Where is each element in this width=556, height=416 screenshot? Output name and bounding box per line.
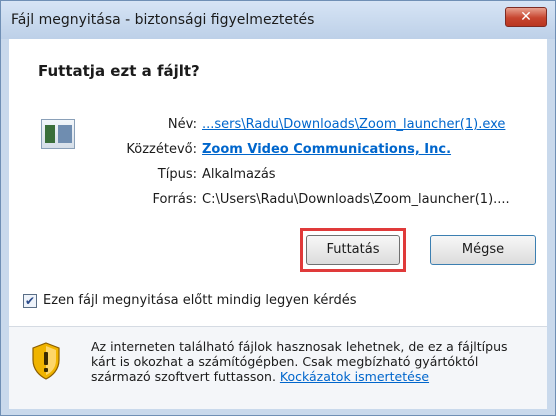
publisher-value-link[interactable]: Zoom Video Communications, Inc. — [202, 142, 451, 157]
name-value-link[interactable]: ...sers\Radu\Downloads\Zoom_launcher(1).… — [202, 117, 505, 132]
type-label: Típus: — [157, 167, 197, 182]
dialog-window: Fájl megnyitása - biztonsági figyelmezte… — [0, 0, 556, 416]
source-value: C:\Users\Radu\Downloads\Zoom_launcher(1)… — [202, 192, 510, 207]
dialog-heading: Futtatja ezt a fájlt? — [38, 62, 200, 80]
source-label: Forrás: — [152, 192, 197, 207]
title-bar[interactable]: Fájl megnyitása - biztonsági figyelmezte… — [1, 1, 555, 39]
run-button-label: Futtatás — [326, 242, 380, 257]
close-button[interactable]: ✕ — [505, 7, 547, 27]
type-value: Alkalmazás — [202, 167, 276, 182]
always-ask-label[interactable]: Ezen fájl megnyitása előtt mindig legyen… — [43, 293, 356, 308]
name-label: Név: — [167, 117, 197, 132]
publisher-label: Közzétevő: — [126, 142, 197, 157]
run-button[interactable]: Futtatás — [306, 235, 400, 265]
warning-footer: Az interneten található fájlok hasznosak… — [9, 327, 547, 409]
dialog-body: Futtatja ezt a fájlt? Név: ...sers\Radu\… — [9, 39, 547, 409]
risks-link[interactable]: Kockázatok ismertetése — [280, 369, 429, 384]
close-icon: ✕ — [520, 9, 532, 25]
window-title: Fájl megnyitása - biztonsági figyelmezte… — [11, 12, 315, 28]
checkmark-icon: ✔ — [24, 294, 36, 308]
security-shield-icon — [32, 342, 60, 380]
cancel-button[interactable]: Mégse — [430, 235, 536, 265]
warning-text: Az interneten található fájlok hasznosak… — [91, 339, 531, 384]
always-ask-checkbox[interactable]: ✔ — [23, 294, 37, 308]
cancel-button-label: Mégse — [461, 242, 505, 257]
